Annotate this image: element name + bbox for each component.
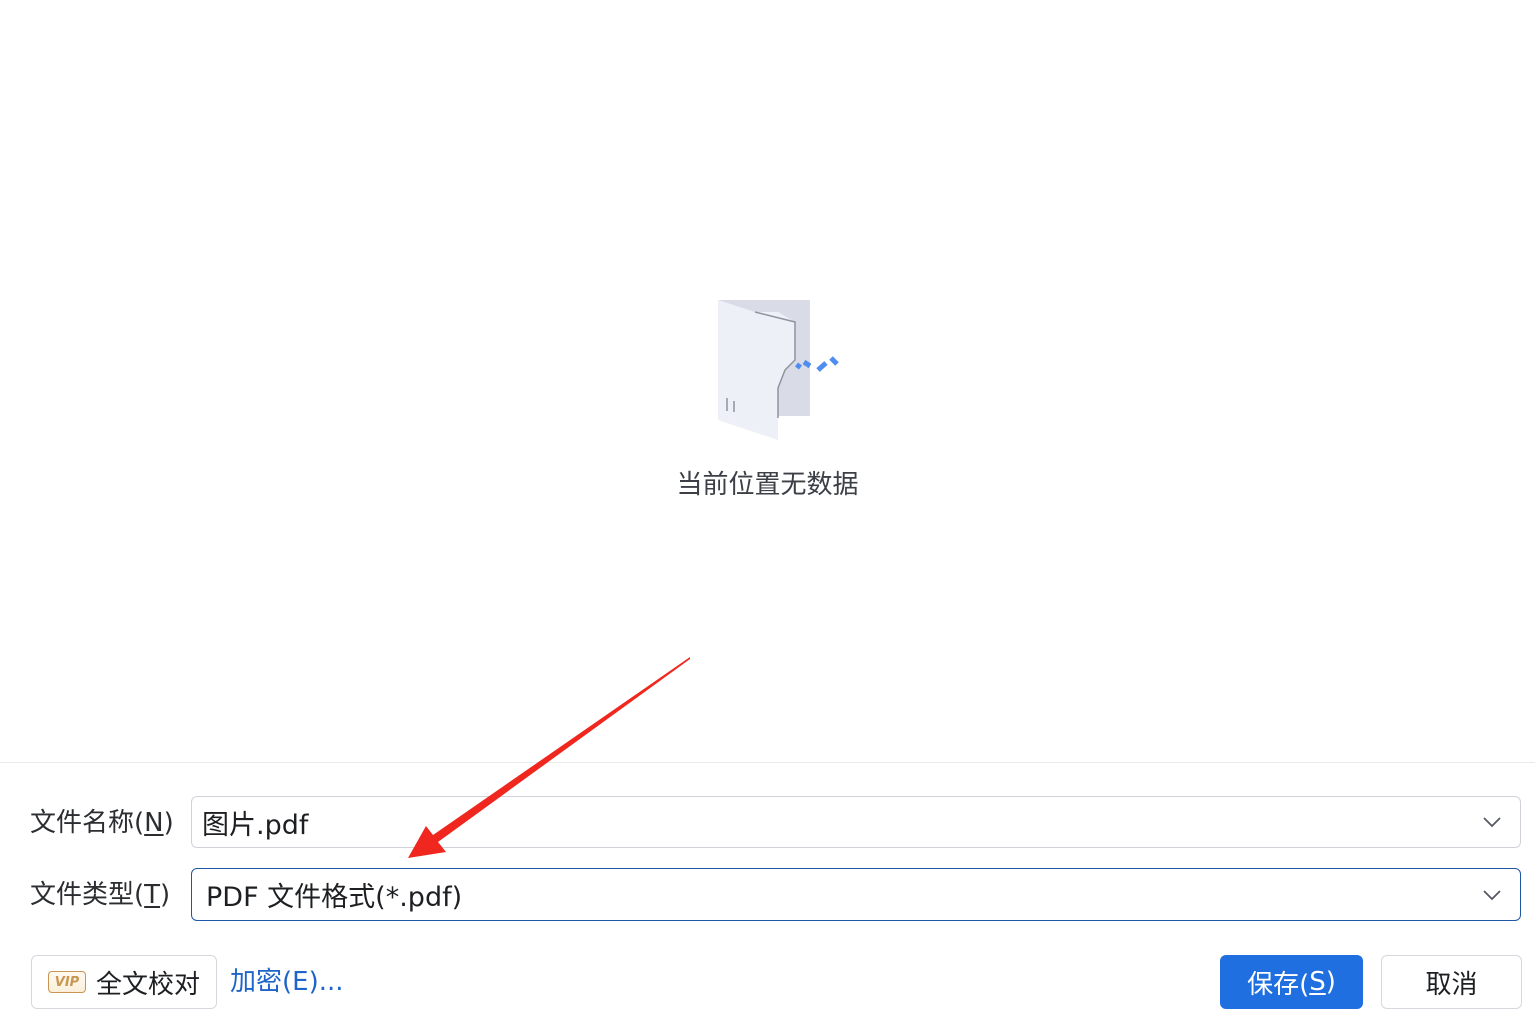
filetype-select[interactable]: PDF 文件格式(*.pdf) [191, 868, 1521, 921]
save-button[interactable]: 保存(S) [1220, 955, 1363, 1009]
empty-state-message: 当前位置无数据 [676, 470, 859, 500]
filetype-dropdown-button[interactable] [1464, 869, 1520, 920]
empty-folder-icon [718, 300, 839, 440]
filetype-selected-value: PDF 文件格式(*.pdf) [206, 882, 463, 913]
chevron-down-icon [1483, 817, 1501, 828]
filename-label: 文件名称(N) [30, 808, 174, 838]
filename-combobox[interactable]: 图片.pdf [191, 796, 1521, 848]
proofread-button[interactable]: VIP 全文校对 [31, 955, 217, 1009]
proofread-label: 全文校对 [95, 969, 200, 1000]
file-browser-area[interactable]: 当前位置无数据 [0, 0, 1535, 762]
vip-badge-icon: VIP [47, 971, 86, 993]
encrypt-link[interactable]: 加密(E)... [230, 966, 344, 998]
cancel-button[interactable]: 取消 [1381, 955, 1522, 1009]
filename-input[interactable]: 图片.pdf [192, 803, 1464, 842]
chevron-down-icon [1483, 889, 1501, 900]
filename-dropdown-button[interactable] [1464, 797, 1520, 847]
filetype-label: 文件类型(T) [30, 880, 171, 910]
panel-divider [0, 762, 1535, 763]
